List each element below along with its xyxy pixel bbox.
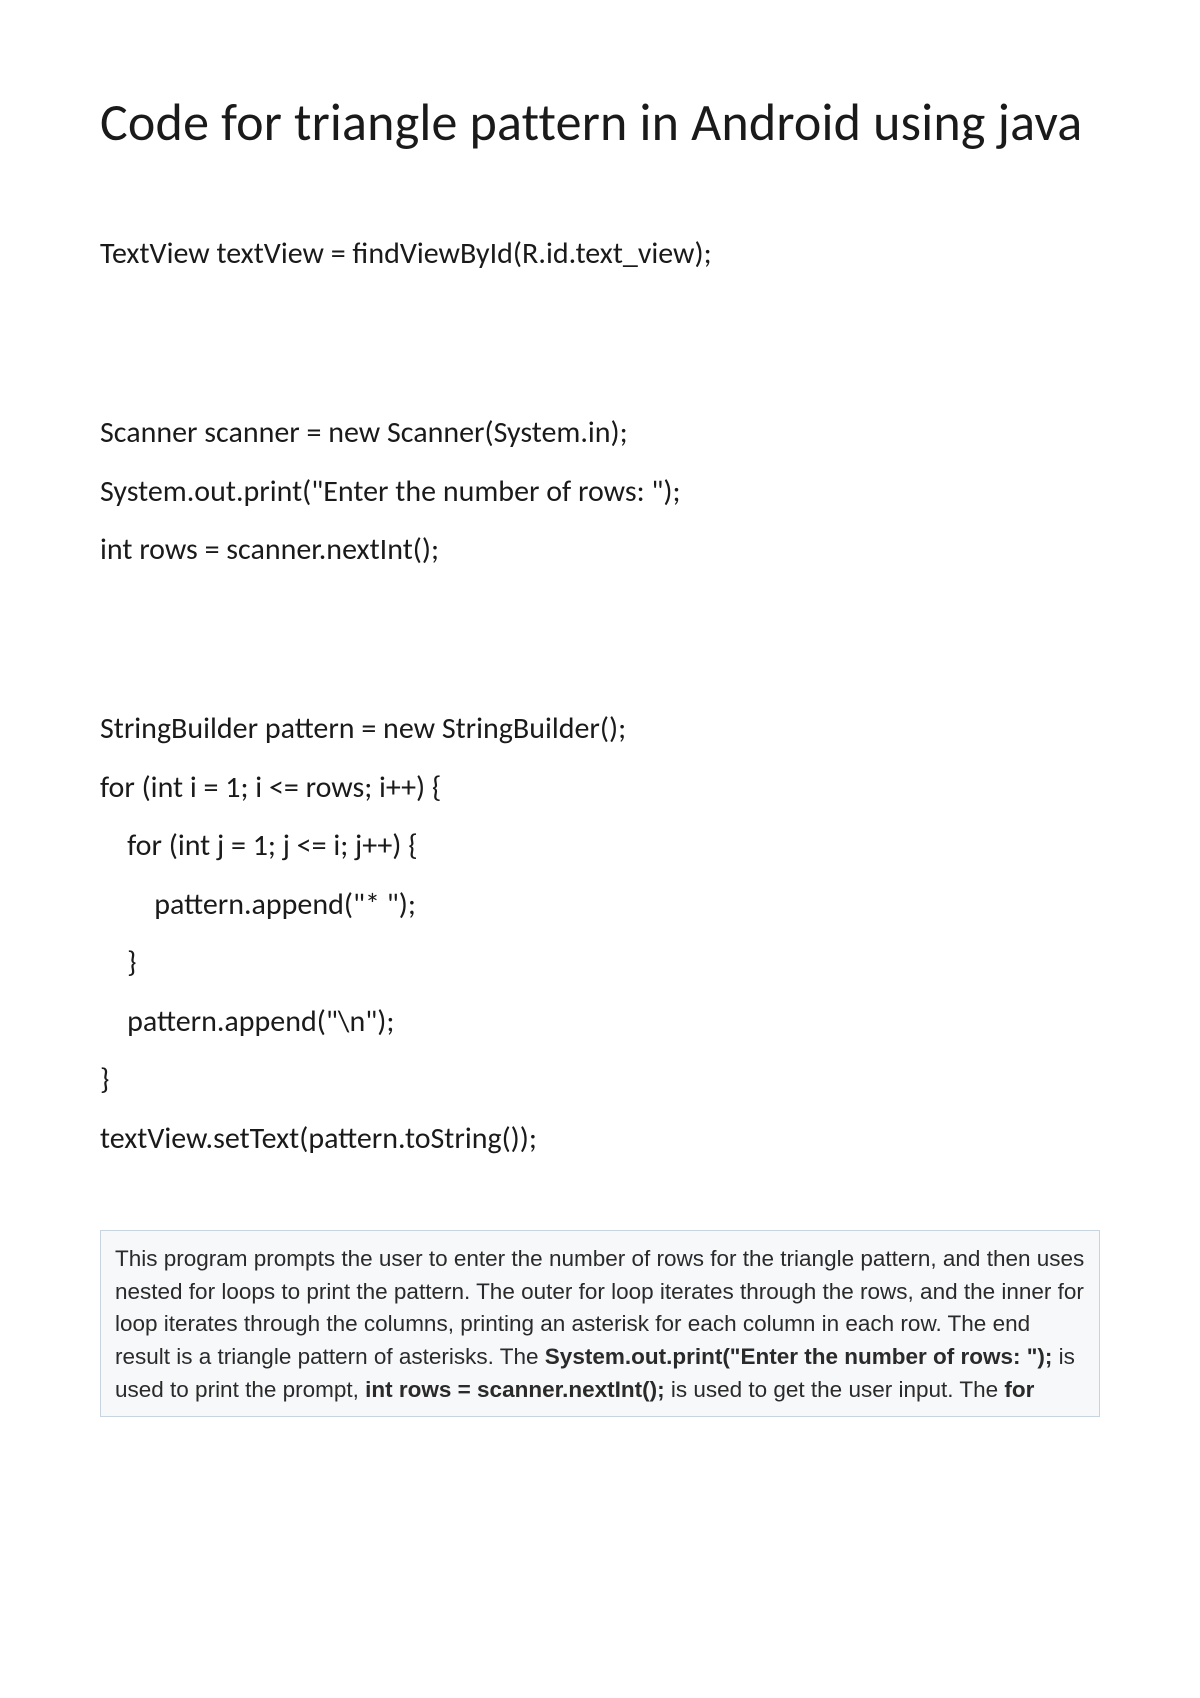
code-line: Scanner scanner = new Scanner(System.in)…: [100, 414, 628, 451]
code-line: for (int i = 1; i <= rows; i++) {: [100, 769, 441, 806]
code-line: pattern.append("\n");: [100, 1003, 394, 1040]
code-line: pattern.append("* ");: [100, 886, 416, 923]
code-line: System.out.print("Enter the number of ro…: [100, 473, 681, 510]
inline-code: for: [1004, 1377, 1034, 1402]
code-line: for (int j = 1; j <= i; j++) {: [100, 827, 418, 864]
code-line: textView.setText(pattern.toString());: [100, 1120, 537, 1157]
code-line: }: [100, 944, 137, 981]
code-line: int rows = scanner.nextInt();: [100, 531, 439, 568]
inline-code: System.out.print("Enter the number of ro…: [545, 1344, 1053, 1369]
code-line: }: [100, 1061, 109, 1098]
code-line: TextView textView = findViewById(R.id.te…: [100, 225, 1100, 284]
code-block-loop: StringBuilder pattern = new StringBuilde…: [100, 642, 1100, 1169]
code-line: StringBuilder pattern = new StringBuilde…: [100, 710, 626, 747]
inline-code: int rows = scanner.nextInt();: [365, 1377, 664, 1402]
document-title: Code for triangle pattern in Android usi…: [100, 90, 1100, 155]
code-block-input: Scanner scanner = new Scanner(System.in)…: [100, 346, 1100, 580]
explanation-box: This program prompts the user to enter t…: [100, 1230, 1100, 1417]
explanation-text: is used to get the user input. The: [665, 1377, 1005, 1402]
